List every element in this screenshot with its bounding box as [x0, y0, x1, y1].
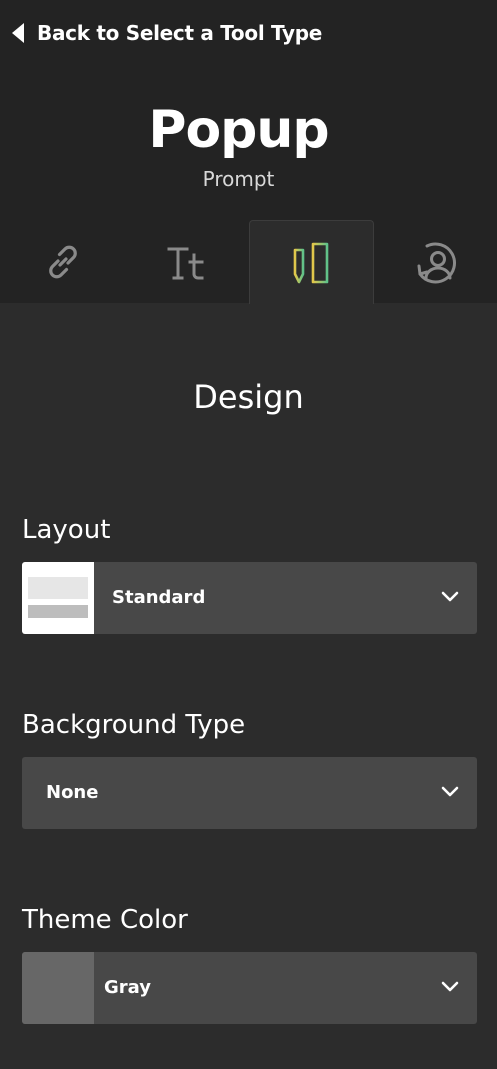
theme-color-label: Theme Color — [22, 905, 188, 935]
background-type-value: None — [46, 782, 99, 803]
tool-subtitle: Prompt — [202, 167, 275, 191]
section-heading: Design — [193, 378, 304, 416]
audience-icon — [417, 242, 456, 284]
back-arrow-icon — [12, 23, 24, 43]
text-icon — [167, 247, 203, 280]
back-link-label: Back to Select a Tool Type — [37, 21, 323, 45]
design-icon — [293, 242, 328, 283]
tab-link[interactable] — [0, 220, 125, 304]
header: Back to Select a Tool Type Popup Prompt — [0, 0, 497, 304]
background-type-select[interactable]: None — [22, 757, 477, 829]
tab-bar — [0, 220, 497, 304]
tool-title: Popup — [148, 100, 329, 160]
back-to-tool-type-link[interactable]: Back to Select a Tool Type — [12, 18, 322, 48]
layout-label: Layout — [22, 515, 111, 545]
layout-select[interactable]: Standard — [22, 562, 477, 634]
layout-value: Standard — [112, 587, 206, 608]
tab-design[interactable] — [249, 220, 374, 304]
theme-color-select[interactable]: Gray — [22, 952, 477, 1024]
link-icon — [48, 245, 77, 279]
chevron-down-icon — [441, 591, 459, 602]
chevron-down-icon — [441, 786, 459, 797]
background-type-label: Background Type — [22, 710, 246, 740]
theme-color-value: Gray — [104, 977, 151, 998]
tab-audience[interactable] — [374, 220, 497, 304]
tab-text[interactable] — [124, 220, 249, 304]
chevron-down-icon — [441, 981, 459, 992]
layout-thumbnail — [22, 562, 94, 634]
theme-color-swatch — [22, 952, 94, 1024]
